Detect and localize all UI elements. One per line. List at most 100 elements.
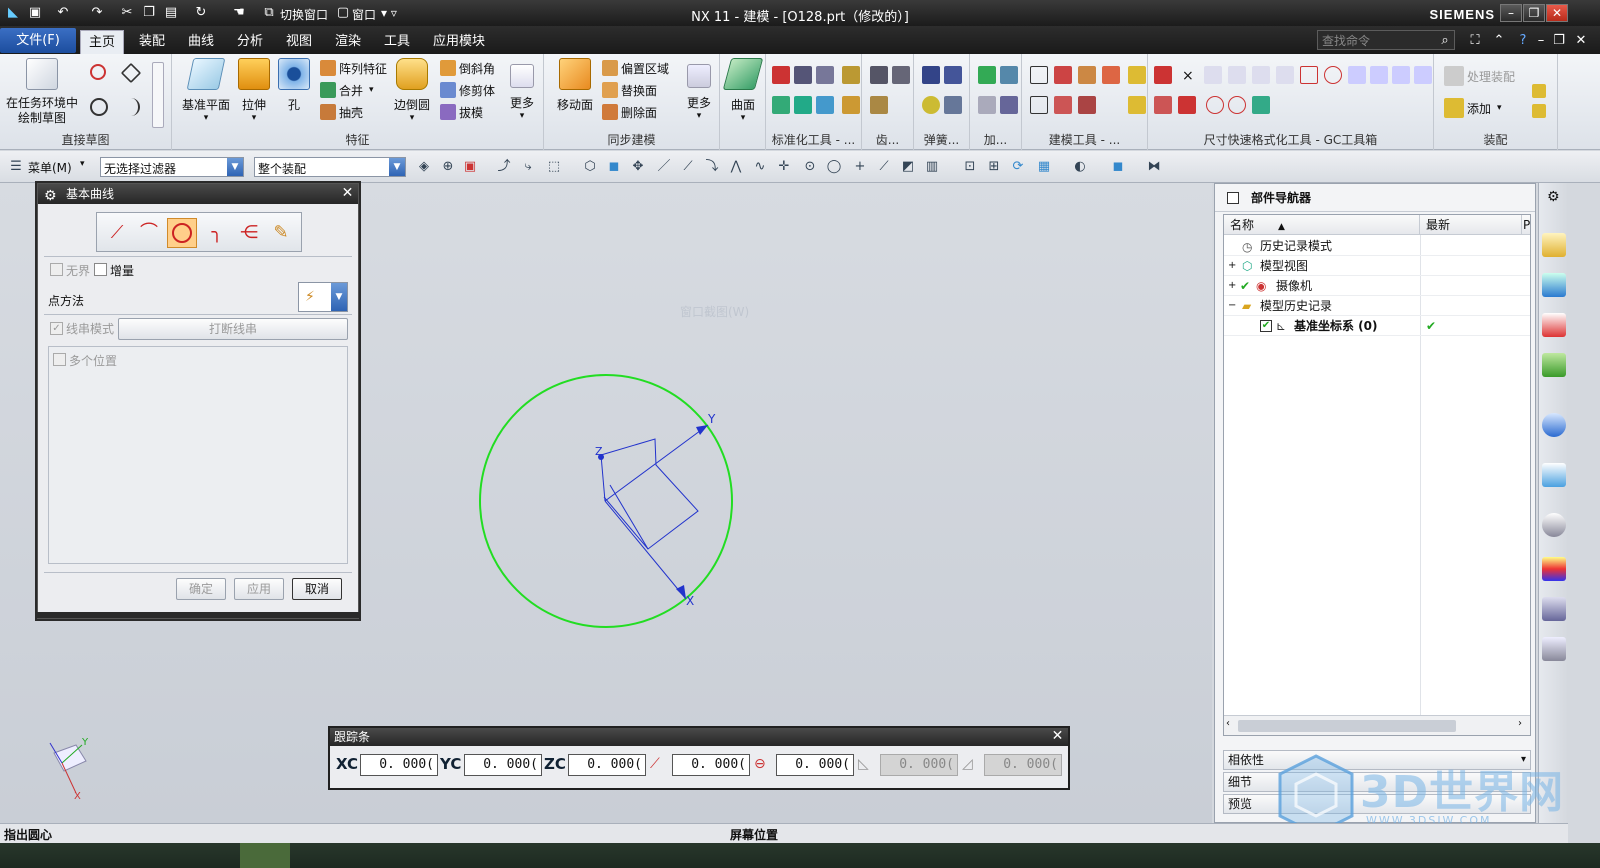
dim-tool-x-icon[interactable]: × [1182, 68, 1200, 86]
assembly-extra-2-icon[interactable] [1532, 104, 1546, 118]
zc-input[interactable]: 0. 000( [568, 754, 646, 776]
dialog-settings-icon[interactable]: ⚙ [44, 186, 57, 206]
dim-tool-circle-x-icon[interactable] [1324, 66, 1342, 84]
select-box-icon[interactable]: ⬚ [546, 159, 562, 175]
surface-button[interactable]: 曲面 ▾ [722, 58, 764, 123]
profile-icon[interactable] [90, 64, 106, 80]
draft-button[interactable]: 拔模 [440, 102, 483, 122]
circle-type-button[interactable] [167, 218, 197, 248]
dialog-header[interactable]: ⚙ 基本曲线 ✕ [38, 184, 358, 204]
unbounded-checkbox[interactable] [50, 263, 63, 276]
close-button[interactable]: ✕ [1546, 4, 1568, 22]
offset-region-button[interactable]: 偏置区域 [602, 58, 669, 78]
edit-parameters-icon[interactable]: ✎ [267, 219, 295, 247]
orient-view-icon[interactable]: ▦ [1036, 159, 1052, 175]
dim-tool-tol3-icon[interactable] [1252, 66, 1270, 84]
modeling-tool-4-icon[interactable] [1102, 66, 1120, 84]
sketch-circle[interactable] [479, 374, 733, 628]
dialog-close-icon[interactable]: ✕ [340, 186, 355, 201]
dim-tool-tol2-icon[interactable] [1228, 66, 1246, 84]
existing-point-icon[interactable]: + [852, 159, 868, 175]
scroll-left-icon[interactable]: ‹ [1226, 718, 1230, 729]
dim-tool-6-icon[interactable] [1252, 96, 1270, 114]
solid-icon[interactable]: ◼ [606, 159, 622, 175]
resource-settings-icon[interactable]: ⚙ [1547, 189, 1560, 205]
history-icon[interactable] [1542, 513, 1566, 537]
sync-more-button[interactable]: 更多 ▾ [682, 58, 716, 121]
part-navigator-icon[interactable] [1542, 313, 1566, 337]
hole-button[interactable]: 孔 [276, 58, 312, 113]
replace-face-button[interactable]: 替换面 [602, 80, 657, 100]
datum-plane-button[interactable]: 基准平面 ▾ [180, 58, 232, 123]
tab-applications[interactable]: 应用模块 [425, 30, 493, 54]
dim-tool-4-icon[interactable] [1206, 96, 1224, 114]
snap-3-icon[interactable]: ▣ [462, 159, 478, 175]
add-tool-3-icon[interactable] [978, 96, 996, 114]
delete-face-button[interactable]: 删除面 [602, 102, 657, 122]
doc-minimize-icon[interactable]: – [1532, 32, 1550, 50]
trim-type-icon[interactable]: ⋲ [235, 219, 263, 247]
modeling-tool-9-icon[interactable] [1128, 96, 1146, 114]
tree-item-model-views[interactable]: + ⬡ 模型视图 [1224, 256, 1530, 276]
line-type-icon[interactable]: ⟋ [103, 219, 131, 247]
visualization-icon[interactable] [1542, 557, 1566, 581]
column-extra[interactable]: P [1522, 215, 1530, 235]
dim-tool-fit3-icon[interactable] [1392, 66, 1410, 84]
diameter-input[interactable]: 0. 000( [776, 754, 854, 776]
tab-assembly[interactable]: 装配 [131, 30, 173, 54]
xc-input[interactable]: 0. 000( [360, 754, 438, 776]
arc-center-icon[interactable]: ⊙ [802, 159, 818, 175]
web-browser-icon[interactable] [1542, 463, 1566, 487]
render-style-icon[interactable]: ◐ [1072, 159, 1088, 175]
tab-home[interactable]: 主页 [80, 30, 125, 54]
unite-button[interactable]: 合并 ▾ [320, 80, 374, 100]
midpoint-icon[interactable]: ⤵ [704, 159, 720, 175]
pattern-feature-button[interactable]: 阵列特征 [320, 58, 387, 78]
tree-item-cameras[interactable]: + ✔ ◉ 摄像机 [1224, 276, 1530, 296]
dim-tool-1-icon[interactable] [1154, 66, 1172, 84]
column-latest[interactable]: 最新 [1420, 215, 1522, 235]
incremental-checkbox[interactable] [94, 263, 107, 276]
expand-icon[interactable]: + [1228, 256, 1236, 276]
sketch-in-task-button[interactable]: 在任务环境中绘制草图 [6, 58, 78, 126]
ok-button[interactable]: 确定 [176, 578, 226, 600]
std-tool-5-icon[interactable] [772, 96, 790, 114]
spring-tool-1-icon[interactable] [922, 66, 940, 84]
tree-item-datum-csys[interactable]: ✔ ⊾ 基准坐标系 (0) ✔ [1224, 316, 1530, 336]
selection-filter-select[interactable]: 无选择过滤器 ▼ [100, 157, 244, 177]
expand-icon[interactable]: + [1228, 276, 1236, 296]
multiple-positions-checkbox[interactable] [53, 353, 66, 366]
spring-tool-3-icon[interactable] [922, 96, 940, 114]
trim-body-button[interactable]: 修剪体 [440, 80, 495, 100]
dim-tool-2-icon[interactable] [1154, 96, 1172, 114]
tab-view[interactable]: 视图 [278, 30, 320, 54]
minimize-button[interactable]: – [1500, 4, 1522, 22]
add-tool-2-icon[interactable] [1000, 66, 1018, 84]
horizontal-scrollbar[interactable]: ‹ › [1224, 715, 1530, 735]
dim-tool-5-icon[interactable] [1228, 96, 1246, 114]
tab-curve[interactable]: 曲线 [180, 30, 222, 54]
datum-csys[interactable] [600, 424, 709, 600]
dim-tool-fit2-icon[interactable] [1370, 66, 1388, 84]
std-tool-1-icon[interactable] [772, 66, 790, 84]
system-scenes-icon[interactable] [1542, 637, 1566, 661]
tab-tools[interactable]: 工具 [376, 30, 418, 54]
dim-tool-3-icon[interactable] [1178, 96, 1196, 114]
process-assembly-button[interactable]: 处理装配 [1444, 66, 1515, 86]
add-tool-4-icon[interactable] [1000, 96, 1018, 114]
help-icon[interactable]: ? [1514, 32, 1532, 50]
collapse-icon[interactable]: − [1228, 296, 1236, 316]
endpoint-icon[interactable]: ⟋ [680, 159, 696, 175]
polygon-icon[interactable] [120, 62, 142, 84]
gear-tool-1-icon[interactable] [870, 66, 888, 84]
menu-button[interactable]: 菜单(M) [28, 159, 72, 176]
yc-input[interactable]: 0. 000( [464, 754, 542, 776]
menu-chevron-icon[interactable]: ▾ [80, 159, 85, 169]
edge-blend-button[interactable]: 边倒圆 ▾ [390, 58, 434, 123]
std-tool-4-icon[interactable] [842, 66, 860, 84]
zoom-icon[interactable]: ⊞ [986, 159, 1002, 175]
std-tool-6-icon[interactable] [794, 96, 812, 114]
point-method-chevron-icon[interactable]: ▼ [331, 283, 347, 311]
std-tool-8-icon[interactable] [842, 96, 860, 114]
selection-filter-chevron-icon[interactable]: ▼ [227, 158, 243, 176]
